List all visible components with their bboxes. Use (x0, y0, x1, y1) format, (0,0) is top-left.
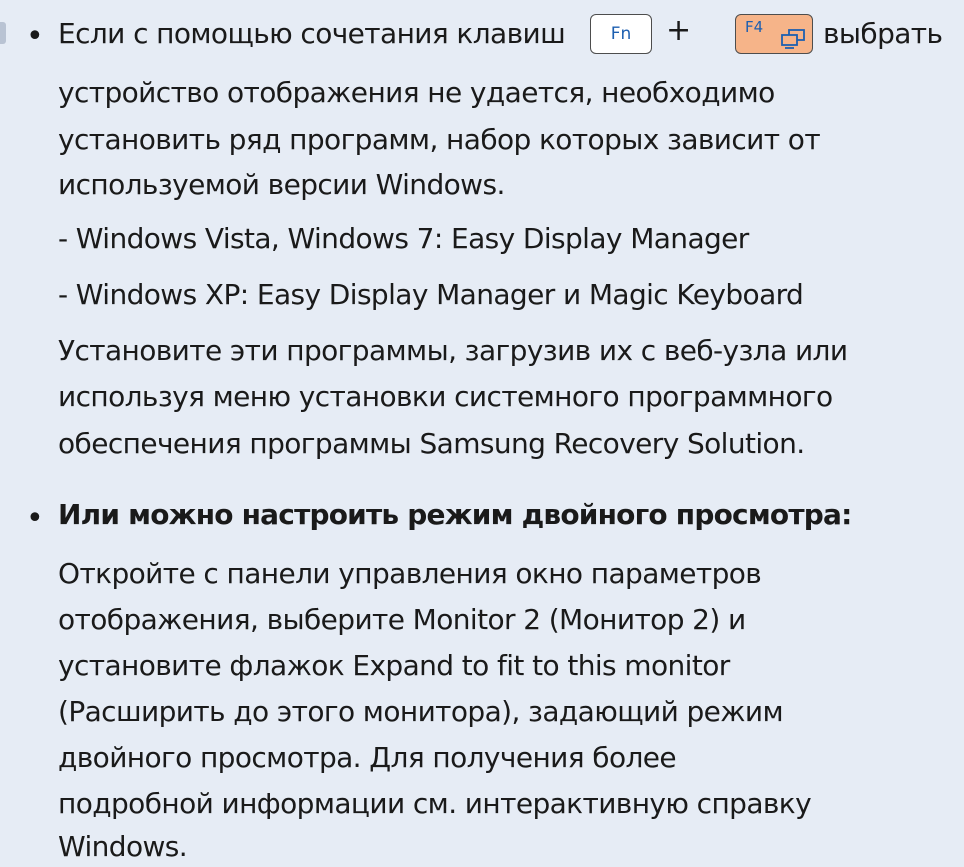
section1-line1-end: выбрать (823, 17, 943, 50)
manual-page: • Если с помощью сочетания клавиш Fn + F… (0, 0, 964, 867)
os-list-item-vista: - Windows Vista, Windows 7: Easy Display… (58, 222, 749, 255)
key-plus-sign: + (666, 13, 692, 48)
bullet-2: • (26, 501, 44, 536)
dual-monitor-icon (781, 29, 805, 49)
section2-body-line-5: двойного просмотра. Для получения более (58, 741, 677, 774)
section2-body-line-1: Откройте с панели управления окно параме… (58, 557, 762, 590)
section2-body-line-2: отображения, выберите Monitor 2 (Монитор… (58, 603, 746, 636)
section2-body-line-6: подробной информации см. интерактивную с… (58, 787, 812, 820)
section1-line1-text: Если с помощью сочетания клавиш (58, 17, 566, 50)
section1-para-line-2: установить ряд программ, набор которых з… (58, 123, 821, 156)
install-line-1: Установите эти программы, загрузив их с … (58, 334, 848, 367)
install-line-3: обеспечения программы Samsung Recovery S… (58, 427, 805, 460)
fn-key: Fn (590, 14, 652, 54)
install-line-2: используя меню установки системного прог… (58, 380, 833, 413)
f4-key-label: F4 (745, 18, 764, 36)
section2-body-line-7: Windows. (58, 830, 188, 863)
section2-body-line-4: (Расширить до этого монитора), задающий … (58, 695, 784, 728)
section1-para-line-1: устройство отображения не удается, необх… (58, 76, 775, 109)
page-edge-mark (0, 22, 6, 44)
section2-heading: Или можно настроить режим двойного просм… (58, 498, 852, 531)
section1-para-line-3: используемой версии Windows. (58, 168, 505, 201)
fn-key-label: Fn (610, 24, 632, 44)
os-list-item-xp: - Windows XP: Easy Display Manager и Mag… (58, 278, 804, 311)
section2-body-line-3: установите флажок Expand to fit to this … (58, 649, 730, 682)
f4-key: F4 (735, 14, 813, 54)
bullet-1: • (26, 19, 44, 54)
